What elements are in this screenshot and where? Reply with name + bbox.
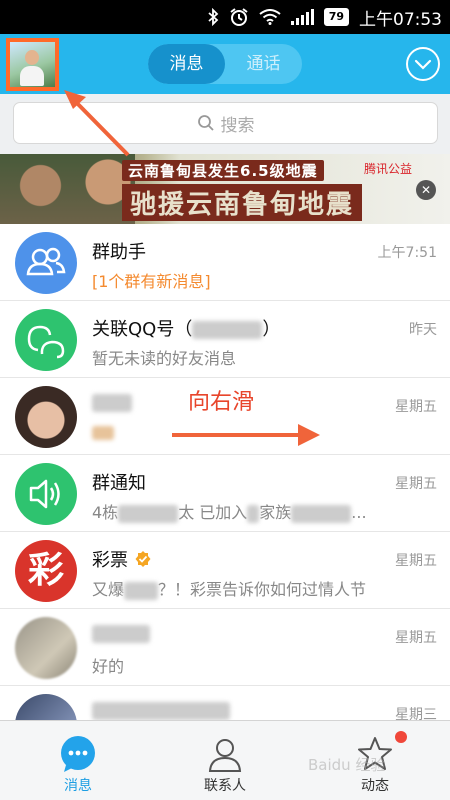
- conversation-preview-part: 4栋: [92, 503, 119, 522]
- redacted-text: [92, 625, 150, 643]
- contact-avatar: [15, 617, 77, 679]
- redacted-text: [247, 504, 260, 523]
- contact-avatar: [15, 694, 77, 720]
- avatar-body: [20, 66, 44, 86]
- lottery-avatar: 彩: [15, 540, 77, 602]
- charity-banner[interactable]: 云南鲁甸县发生6.5级地震 驰援云南鲁甸地震 腾讯公益 ✕: [0, 154, 450, 224]
- group-notice-avatar: [15, 463, 77, 525]
- banner-headline: 云南鲁甸县发生6.5级地震: [122, 160, 324, 181]
- redacted-text: [124, 581, 159, 600]
- conversation-row[interactable]: 关联QQ号（ ） 暂无未读的好友消息 昨天: [0, 301, 450, 378]
- conversation-preview-part: 太 已加入: [178, 503, 248, 522]
- speaker-icon: [29, 479, 60, 509]
- conversation-name-group: 彩票: [92, 546, 152, 572]
- conversation-row[interactable]: 群助手 [1个群有新消息] 上午7:51: [0, 224, 450, 301]
- conversation-time: 昨天: [409, 322, 437, 338]
- verified-badge-icon: [135, 551, 151, 567]
- conversation-preview: [1个群有新消息]: [92, 272, 211, 291]
- avatar-head: [25, 50, 39, 65]
- search-area: 搜索: [0, 94, 450, 154]
- tab-calls[interactable]: 通话: [225, 44, 302, 84]
- chat-bubble-icon: [61, 736, 95, 772]
- conversation-time: 星期三: [395, 707, 437, 720]
- conversation-name: 群助手: [92, 242, 146, 263]
- segment-control: 消息 通话: [148, 44, 302, 84]
- conversation-preview-group: 4栋 太 已加入 家族...: [92, 499, 367, 523]
- alarm-icon: [229, 7, 249, 27]
- redacted-text: [92, 702, 230, 720]
- linked-qq-avatar: [15, 309, 77, 371]
- group-icon: [26, 247, 66, 276]
- notification-dot: [395, 731, 407, 743]
- wifi-icon: [259, 9, 281, 25]
- conversation-name: 群通知: [92, 473, 146, 494]
- conversation-preview: [92, 422, 114, 441]
- top-header: 消息 通话: [0, 34, 450, 94]
- conversation-row[interactable]: 好的 星期五: [0, 609, 450, 686]
- conversation-name: 关联QQ号（: [92, 319, 193, 340]
- search-icon: [197, 115, 214, 131]
- tab-bar-label: 动态: [361, 778, 389, 794]
- conversation-time: 星期五: [395, 476, 437, 492]
- swipe-hint-annotation: 向右滑: [188, 390, 255, 415]
- conversation-time: 星期五: [395, 399, 437, 415]
- emoji-icon: [92, 425, 114, 440]
- conversation-name: [92, 700, 230, 720]
- signal-icon: [290, 9, 314, 25]
- redacted-text: [118, 504, 179, 523]
- contact-avatar: [15, 386, 77, 448]
- my-avatar-button[interactable]: [6, 38, 59, 91]
- conversation-preview-part: 家族: [259, 503, 292, 522]
- conversation-time: 星期五: [395, 553, 437, 569]
- conversation-name: [92, 623, 150, 644]
- banner-logo: 腾讯公益: [364, 162, 413, 176]
- search-input[interactable]: 搜索: [13, 102, 438, 144]
- linked-accounts-icon: [27, 325, 65, 359]
- conversation-time: 上午7:51: [377, 245, 437, 261]
- redacted-text: [192, 321, 263, 339]
- conversation-preview: 好的: [92, 657, 125, 676]
- conversation-list: 群助手 [1个群有新消息] 上午7:51 关联QQ号（ ） 暂无未读的好友消息 昨…: [0, 224, 450, 720]
- contacts-icon: [208, 739, 242, 772]
- conversation-preview-part: 又爆: [92, 580, 125, 599]
- conversation-row[interactable]: 彩 彩票 又爆 ？！彩票告诉你如何过情人节 星期五: [0, 532, 450, 609]
- conversation-preview-part: ？！彩票告诉你如何过情人节: [158, 580, 367, 599]
- tab-bar-label: 消息: [64, 778, 92, 794]
- banner-photo: [0, 154, 135, 224]
- redacted-text: [92, 394, 132, 412]
- conversation-name-group: 关联QQ号（ ）: [92, 315, 280, 341]
- bluetooth-icon: [207, 8, 219, 26]
- chevron-down-button[interactable]: [406, 47, 440, 81]
- conversation-preview-part: ...: [351, 503, 367, 522]
- conversation-preview: 暂无未读的好友消息: [92, 349, 237, 368]
- status-bar: 79 上午07:53: [0, 0, 450, 34]
- banner-close-button[interactable]: ✕: [416, 180, 436, 200]
- tab-bar-label: 联系人: [204, 778, 246, 794]
- battery-indicator: 79: [323, 8, 349, 26]
- conversation-name: [92, 392, 132, 413]
- banner-title: 驰援云南鲁甸地震: [122, 184, 363, 221]
- conversation-row[interactable]: 群通知 4栋 太 已加入 家族... 星期五: [0, 455, 450, 532]
- conversation-name-suffix: ）: [262, 319, 281, 340]
- conversation-name: 彩票: [92, 550, 128, 571]
- watermark: Baidu 经验: [308, 756, 386, 774]
- tab-messages[interactable]: 消息: [148, 44, 225, 84]
- conversation-row[interactable]: 星期三: [0, 686, 450, 720]
- chevron-down-icon: [414, 59, 432, 70]
- status-time: 上午07:53: [359, 9, 442, 30]
- tab-bar-messages[interactable]: 消息: [3, 721, 153, 800]
- group-helper-avatar: [15, 232, 77, 294]
- tab-bar-contacts[interactable]: 联系人: [150, 721, 300, 800]
- redacted-text: [291, 504, 352, 523]
- conversation-time: 星期五: [395, 630, 437, 646]
- search-placeholder: 搜索: [220, 115, 255, 136]
- conversation-preview-group: 又爆 ？！彩票告诉你如何过情人节: [92, 576, 366, 600]
